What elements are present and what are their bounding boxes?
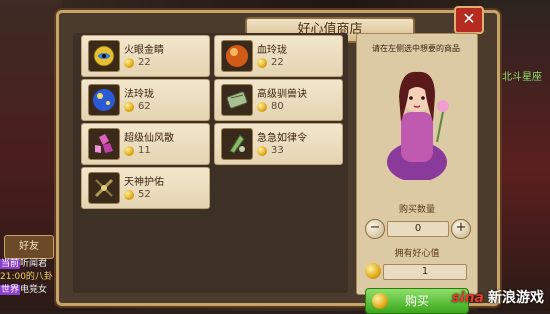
eye-orb-icon [88,40,120,72]
coin-icon [124,58,134,68]
scroll-icon [221,84,253,116]
item-price: 11 [138,145,151,156]
coin-icon [124,146,134,156]
item-price: 62 [138,101,151,112]
coin-icon [124,102,134,112]
quantity-stepper: − 0 + [365,219,471,239]
goodwill-value: 1 [383,264,467,280]
coin-icon [365,263,381,279]
item-price: 80 [271,101,284,112]
blood-orb-icon [221,40,253,72]
watermark-text: 新浪游戏 [488,290,544,306]
quantity-label: 购买数量 [398,205,435,215]
chat-line: 当前听闻君 [0,259,48,269]
item-price: 52 [138,189,151,200]
item-price: 22 [138,57,151,68]
purchase-sidebar: 请在左侧选中想要的商品 购买数量 − 0 + 拥有好心值 1 购买 [356,33,478,314]
coin-icon [257,146,267,156]
shop-item[interactable]: 天神护佑 52 [81,167,210,209]
shop-item[interactable]: 急急如律令 33 [214,123,343,165]
select-hint: 请在左侧选中想要的商品 [372,44,460,53]
shop-item[interactable]: 超级仙风散 11 [81,123,210,165]
increase-button[interactable]: + [451,219,471,239]
watermark: sina 新浪游戏 [451,287,544,307]
coin-icon [257,102,267,112]
chat-line: 世界电竞女 [0,285,48,295]
npc-portrait [387,71,449,180]
shop-item[interactable]: 法玲珑 62 [81,79,210,121]
buy-label: 购买 [404,294,429,308]
blessing-icon [88,172,120,204]
decrease-button[interactable]: − [365,219,385,239]
blue-orb-icon [88,84,120,116]
item-grid: 火眼金睛 22 血玲珑 22 法玲珑 62 高级驯兽诀 80 超级仙风散 11 [73,33,348,293]
item-name: 法玲珑 [124,89,154,100]
chat-line: 21:00的八卦 [0,272,53,282]
sina-logo: sina [451,290,484,306]
item-name: 血玲珑 [257,45,287,56]
friends-button[interactable]: 好友 [4,235,54,259]
shop-item[interactable]: 高级驯兽诀 80 [214,79,343,121]
item-price: 22 [271,57,284,68]
coin-icon [124,190,134,200]
shop-item[interactable]: 火眼金睛 22 [81,35,210,77]
item-price: 33 [271,145,284,156]
goodwill-display: 1 [365,262,469,280]
coin-icon [257,58,267,68]
quantity-input[interactable]: 0 [387,221,449,237]
chat-log: 当前听闻君 21:00的八卦 世界电竞女 [0,258,62,297]
item-name: 天神护佑 [124,177,164,188]
close-button[interactable]: ✕ [454,6,484,34]
talisman-icon [221,128,253,160]
coin-icon [372,293,388,309]
pink-crystal-icon [88,128,120,160]
item-name: 火眼金睛 [124,45,164,56]
goodwill-label: 拥有好心值 [394,249,440,259]
item-name: 超级仙风散 [124,133,174,144]
shop-item[interactable]: 血玲珑 22 [214,35,343,77]
item-name: 高级驯兽诀 [257,89,307,100]
scene-title: 北斗星座 [502,72,542,83]
item-name: 急急如律令 [257,133,307,144]
